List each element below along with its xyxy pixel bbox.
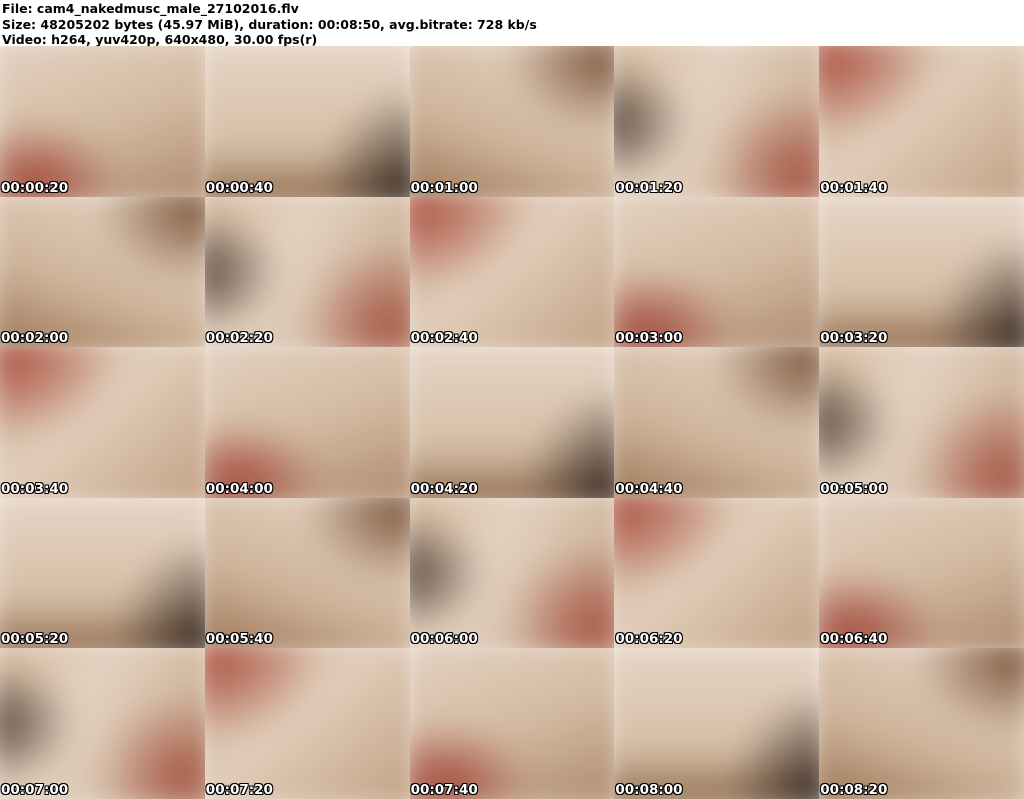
video-frame-thumbnail: 00:01:40	[819, 46, 1024, 197]
frame-placeholder	[409, 196, 615, 348]
video-frame-thumbnail: 00:08:00	[614, 648, 820, 799]
frame-placeholder	[409, 46, 615, 197]
frame-placeholder	[819, 648, 1024, 799]
frame-placeholder	[204, 347, 410, 498]
file-name-line: File: cam4_nakedmusc_male_27102016.flv	[2, 1, 299, 16]
video-frame-thumbnail: 00:04:40	[614, 347, 820, 498]
timestamp-overlay: 00:03:20	[820, 330, 888, 347]
timestamp-overlay: 00:06:00	[410, 631, 478, 648]
video-contact-sheet: File: cam4_nakedmusc_male_27102016.flv S…	[0, 0, 1024, 799]
video-frame-thumbnail: 00:04:20	[409, 347, 615, 498]
timestamp-overlay: 00:04:40	[615, 480, 683, 497]
timestamp-overlay: 00:00:20	[1, 179, 69, 196]
frame-placeholder	[0, 347, 205, 498]
frame-placeholder	[819, 347, 1024, 498]
video-frame-thumbnail: 00:03:20	[819, 196, 1024, 348]
timestamp-overlay: 00:01:40	[820, 179, 888, 196]
video-frame-thumbnail: 00:03:00	[614, 196, 820, 348]
timestamp-overlay: 00:08:20	[820, 782, 888, 798]
timestamp-overlay: 00:02:40	[410, 330, 478, 347]
timestamp-overlay: 00:06:20	[615, 631, 683, 648]
timestamp-overlay: 00:08:00	[615, 782, 683, 798]
video-frame-thumbnail: 00:06:40	[819, 497, 1024, 649]
frame-placeholder	[204, 46, 410, 197]
frame-placeholder	[819, 46, 1024, 197]
frame-placeholder	[819, 196, 1024, 348]
video-frame-thumbnail: 00:02:00	[0, 196, 205, 348]
frame-placeholder	[409, 347, 615, 498]
timestamp-overlay: 00:07:20	[205, 782, 273, 798]
frame-placeholder	[819, 497, 1024, 649]
timestamp-overlay: 00:02:20	[205, 330, 273, 347]
timestamp-overlay: 00:03:40	[1, 480, 69, 497]
frame-placeholder	[614, 196, 820, 348]
video-frame-thumbnail: 00:07:20	[204, 648, 410, 799]
frame-placeholder	[0, 648, 205, 799]
timestamp-overlay: 00:05:40	[205, 631, 273, 648]
video-frame-thumbnail: 00:04:00	[204, 347, 410, 498]
frame-placeholder	[614, 497, 820, 649]
frame-placeholder	[204, 196, 410, 348]
timestamp-overlay: 00:05:20	[1, 631, 69, 648]
video-frame-thumbnail: 00:06:00	[409, 497, 615, 649]
frame-placeholder	[614, 648, 820, 799]
frame-placeholder	[204, 648, 410, 799]
video-frame-thumbnail: 00:08:20	[819, 648, 1024, 799]
video-frame-thumbnail: 00:05:40	[204, 497, 410, 649]
video-frame-thumbnail: 00:07:40	[409, 648, 615, 799]
timestamp-overlay: 00:07:00	[1, 782, 69, 798]
timestamp-overlay: 00:02:00	[1, 330, 69, 347]
timestamp-overlay: 00:04:20	[410, 480, 478, 497]
frame-placeholder	[0, 46, 205, 197]
file-size-line: Size: 48205202 bytes (45.97 MiB), durati…	[2, 16, 537, 32]
video-frame-thumbnail: 00:02:40	[409, 196, 615, 348]
frame-placeholder	[204, 497, 410, 649]
media-info-header: File: cam4_nakedmusc_male_27102016.flv S…	[0, 0, 1024, 47]
timestamp-overlay: 00:01:20	[615, 179, 683, 196]
video-frame-thumbnail: 00:01:00	[409, 46, 615, 197]
video-frame-thumbnail: 00:07:00	[0, 648, 205, 799]
video-frame-thumbnail: 00:00:20	[0, 46, 205, 197]
frame-placeholder	[0, 196, 205, 348]
frame-placeholder	[409, 648, 615, 799]
video-frame-thumbnail: 00:05:00	[819, 347, 1024, 498]
thumbnail-grid: 00:00:20 00:00:40 00:01:00 00:01:20 00:0…	[0, 46, 1024, 799]
video-frame-thumbnail: 00:02:20	[204, 196, 410, 348]
frame-placeholder	[614, 46, 820, 197]
frame-placeholder	[0, 497, 205, 649]
timestamp-overlay: 00:01:00	[410, 179, 478, 196]
timestamp-overlay: 00:03:00	[615, 330, 683, 347]
video-frame-thumbnail: 00:03:40	[0, 347, 205, 498]
timestamp-overlay: 00:07:40	[410, 782, 478, 798]
timestamp-overlay: 00:05:00	[820, 480, 888, 497]
video-frame-thumbnail: 00:05:20	[0, 497, 205, 649]
video-frame-thumbnail: 00:00:40	[204, 46, 410, 197]
video-frame-thumbnail: 00:06:20	[614, 497, 820, 649]
video-frame-thumbnail: 00:01:20	[614, 46, 820, 197]
timestamp-overlay: 00:06:40	[820, 631, 888, 648]
timestamp-overlay: 00:00:40	[205, 179, 273, 196]
frame-placeholder	[409, 497, 615, 649]
frame-placeholder	[614, 347, 820, 498]
timestamp-overlay: 00:04:00	[205, 480, 273, 497]
